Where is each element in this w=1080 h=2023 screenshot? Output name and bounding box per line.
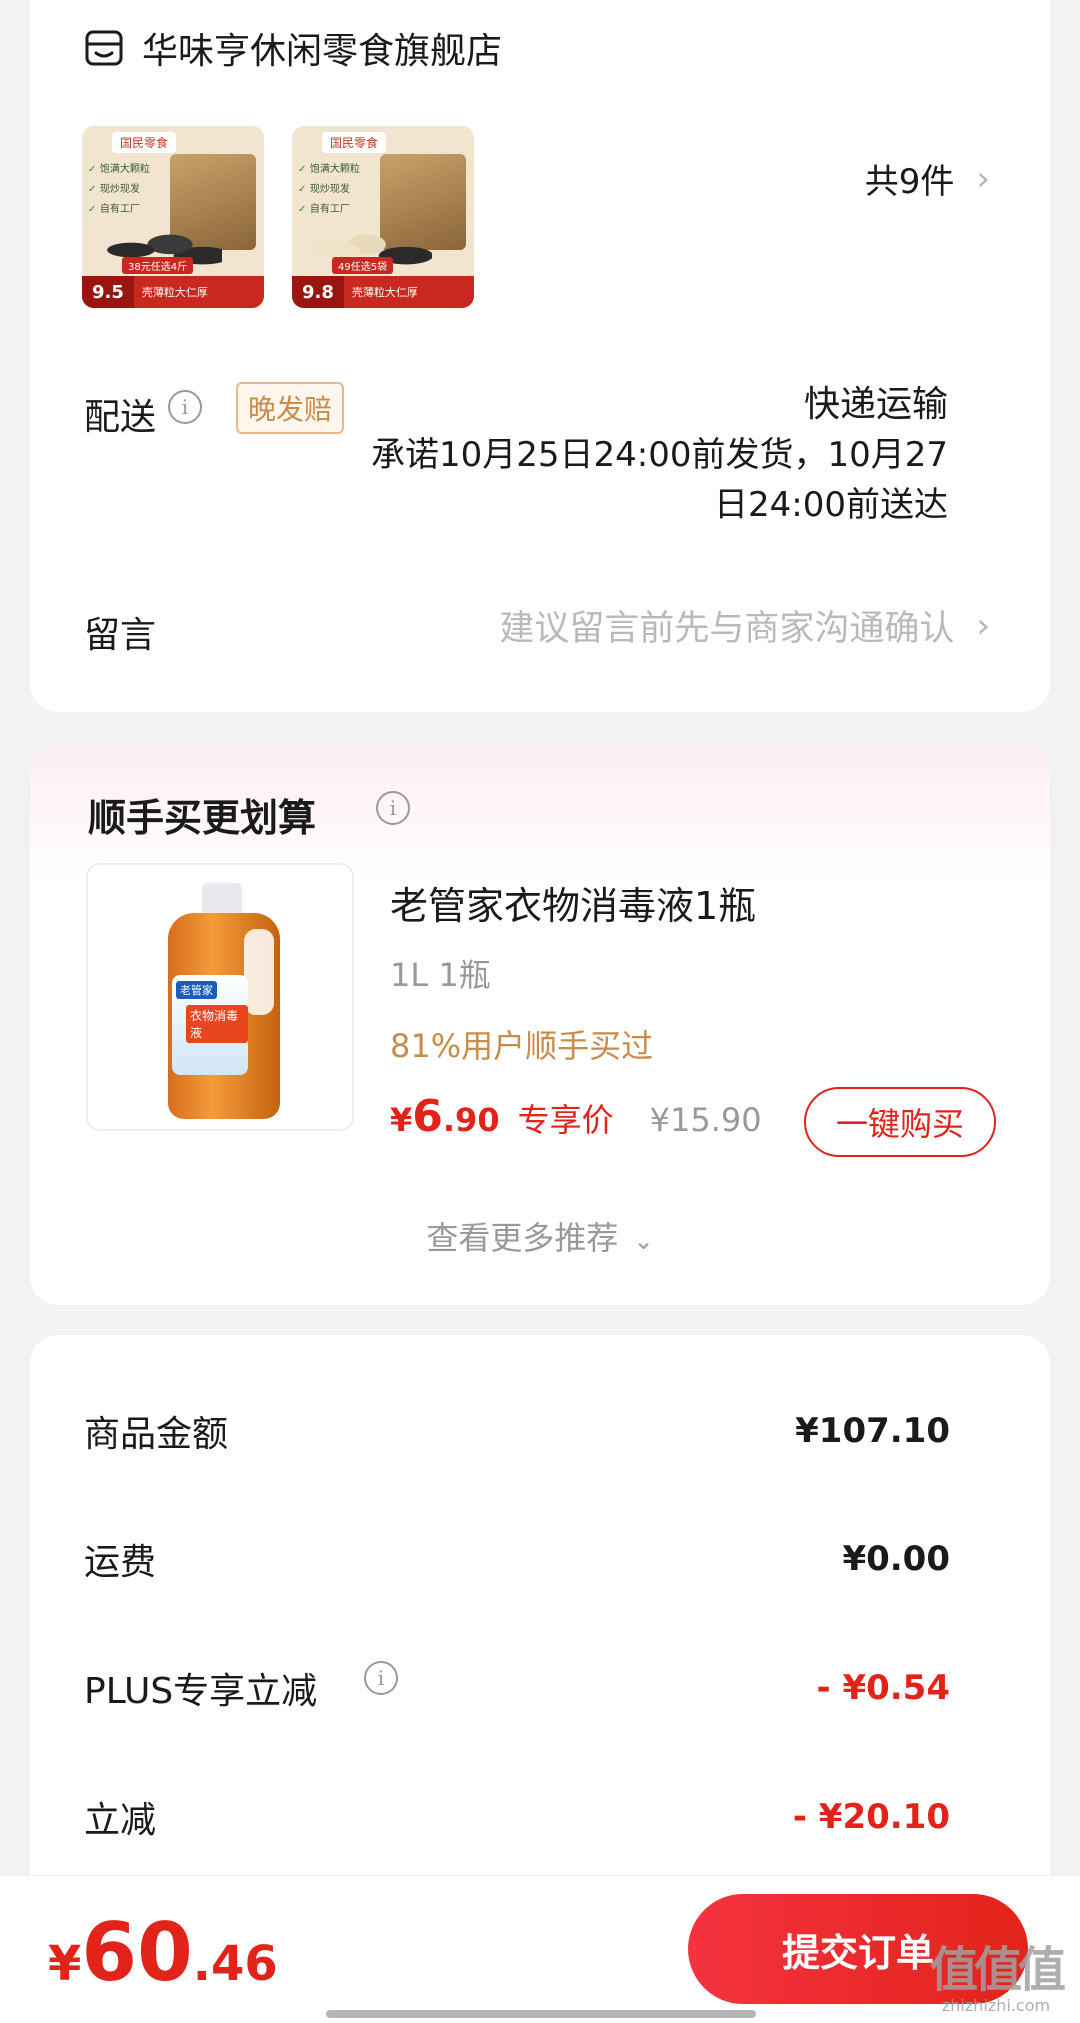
one-click-buy-button[interactable]: 一键购买: [804, 1087, 996, 1157]
store-card: 华味亨休闲零食旗舰店 国民零食 饱满大颗粒 现炒现发 自有工厂 38元任选4斤 …: [30, 0, 1050, 712]
more-recommendations-label: 查看更多推荐: [426, 1219, 619, 1257]
item-count-link[interactable]: 共9件 ›: [865, 154, 990, 203]
late-compensation-badge: 晚发赔: [236, 382, 345, 434]
message-field[interactable]: 建议留言前先与商家沟通确认 ›: [499, 600, 990, 651]
bottle-type: 衣物消毒液: [186, 1005, 248, 1043]
thumbnail-features: 饱满大颗粒 现炒现发 自有工厂: [298, 160, 360, 220]
summary-row-shipping: 运费 ¥0.00: [84, 1533, 950, 1585]
thumbnail-price: 9.5: [82, 276, 134, 308]
price-row: ¥ 6 .90 专享价 ¥15.90: [390, 1091, 762, 1142]
summary-row-subtotal: 商品金额 ¥107.10: [84, 1405, 950, 1457]
exclusive-price-tag: 专享价: [517, 1101, 614, 1139]
summary-label: 运费: [84, 1542, 157, 1583]
summary-label: 商品金额: [84, 1414, 229, 1455]
home-indicator[interactable]: [326, 2010, 756, 2018]
price-integer: 6: [412, 1091, 443, 1142]
chevron-right-icon: ›: [976, 605, 990, 646]
item-count: 共9件: [864, 162, 955, 202]
thumbnail-promo: 38元任选4斤: [122, 257, 194, 274]
bottle-brand: 老管家: [176, 981, 217, 999]
delivery-label: 配送: [84, 397, 157, 438]
message-placeholder: 建议留言前先与商家沟通确认: [499, 609, 955, 649]
summary-value: ¥107.10: [795, 1411, 950, 1451]
shipping-method: 快递运输: [803, 384, 948, 425]
thumbnail-price-tag: 9.5 壳薄粒大仁厚: [82, 276, 264, 308]
product-image[interactable]: 老管家 衣物消毒液: [86, 863, 354, 1131]
thumbnail-promo: 49任选5袋: [332, 257, 394, 274]
summary-value: - ¥20.10: [792, 1797, 950, 1837]
bundle-card: 顺手买更划算 i 老管家 衣物消毒液 老管家衣物消毒液1瓶 1L 1瓶 81%用…: [30, 745, 1050, 1305]
summary-value: ¥0.00: [842, 1539, 950, 1579]
bundle-title: 顺手买更划算: [88, 796, 317, 840]
thumbnail-price: 9.8: [292, 276, 344, 308]
info-icon[interactable]: i: [364, 1661, 398, 1695]
product-thumbnail[interactable]: 国民零食 饱满大颗粒 现炒现发 自有工厂 49任选5袋 9.8 壳薄粒大仁厚: [292, 126, 474, 308]
site-watermark: 值值值 zhizhizhi.com: [930, 1942, 1066, 2015]
store-name: 华味亨休闲零食旗舰店: [142, 31, 503, 72]
shipping-promise: 承诺10月25日24:00前发货，10月27日24:00前送达: [370, 435, 948, 525]
store-header[interactable]: 华味亨休闲零食旗舰店: [84, 22, 502, 74]
chevron-down-icon: ⌄: [633, 1227, 654, 1255]
store-icon: [85, 30, 123, 66]
product-thumbnail[interactable]: 国民零食 饱满大颗粒 现炒现发 自有工厂 38元任选4斤 9.5 壳薄粒大仁厚: [82, 126, 264, 308]
checkout-bar: ¥ 60 .46 提交订单: [0, 1875, 1080, 2023]
message-label: 留言: [84, 615, 157, 656]
info-icon[interactable]: i: [168, 390, 202, 424]
more-recommendations[interactable]: 查看更多推荐 ⌄: [30, 1213, 1050, 1259]
original-price: ¥15.90: [649, 1101, 762, 1139]
product-spec: 1L 1瓶: [390, 956, 491, 994]
social-proof: 81%用户顺手买过: [390, 1027, 654, 1065]
thumbnail-brand: 国民零食: [322, 132, 387, 153]
chevron-right-icon: ›: [976, 158, 990, 199]
thumbnail-caption: 壳薄粒大仁厚: [351, 286, 418, 299]
thumbnail-price-tag: 9.8 壳薄粒大仁厚: [292, 276, 474, 308]
info-icon[interactable]: i: [376, 791, 410, 825]
summary-row-plus-discount: PLUS专享立减 - ¥0.54: [84, 1662, 950, 1714]
thumbnail-features: 饱满大颗粒 现炒现发 自有工厂: [88, 160, 150, 220]
summary-label: PLUS专享立减: [84, 1671, 318, 1712]
summary-row-discount: 立减 - ¥20.10: [84, 1791, 950, 1843]
order-total: ¥ 60 .46: [48, 1906, 278, 1999]
thumbnail-caption: 壳薄粒大仁厚: [141, 286, 208, 299]
price-symbol: ¥: [390, 1101, 413, 1139]
product-thumbnails[interactable]: 国民零食 饱满大颗粒 现炒现发 自有工厂 38元任选4斤 9.5 壳薄粒大仁厚 …: [82, 126, 474, 308]
thumbnail-brand: 国民零食: [112, 132, 177, 153]
price-decimal: .90: [442, 1101, 500, 1139]
summary-value: - ¥0.54: [816, 1668, 951, 1708]
bottle-illustration: 老管家 衣物消毒液: [160, 883, 280, 1119]
shipping-info: 快递运输 承诺10月25日24:00前发货，10月27日24:00前送达: [368, 380, 948, 530]
summary-label: 立减: [84, 1800, 157, 1841]
product-name[interactable]: 老管家衣物消毒液1瓶: [390, 875, 756, 930]
